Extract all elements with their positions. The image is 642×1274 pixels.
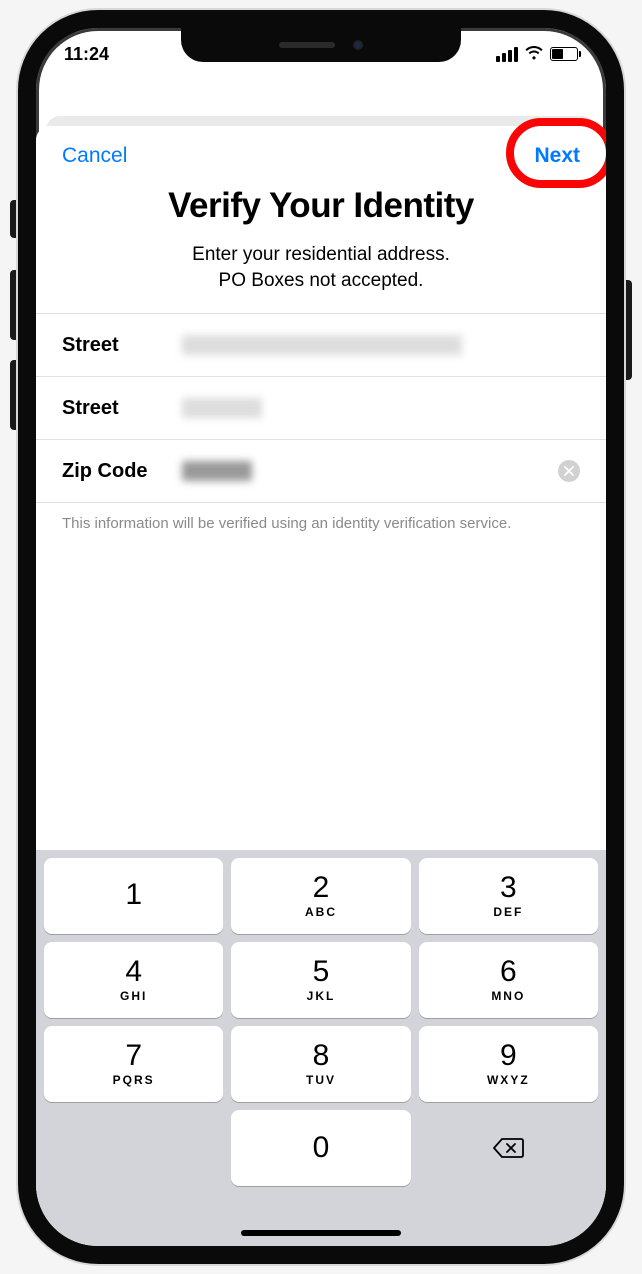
home-indicator[interactable]	[241, 1230, 401, 1236]
keypad-key-2[interactable]: 2ABC	[231, 858, 410, 934]
phone-frame: 11:24 Cancel Next Verify Your Identity E…	[18, 10, 624, 1264]
zip-code-label: Zip Code	[62, 460, 182, 483]
backspace-icon	[492, 1136, 524, 1160]
keypad-key-9[interactable]: 9WXYZ	[419, 1026, 598, 1102]
notch	[181, 28, 461, 62]
next-button[interactable]: Next	[534, 144, 580, 168]
footer-note: This information will be verified using …	[36, 503, 606, 544]
modal-sheet: Cancel Next Verify Your Identity Enter y…	[36, 126, 606, 1246]
page-subtitle: Enter your residential address. PO Boxes…	[66, 242, 576, 293]
keypad-spacer	[44, 1110, 223, 1186]
zip-code-input[interactable]	[182, 459, 580, 483]
keypad-key-4[interactable]: 4GHI	[44, 942, 223, 1018]
status-time: 11:24	[64, 44, 109, 65]
page-title: Verify Your Identity	[66, 186, 576, 226]
numeric-keypad: 1 2ABC 3DEF 4GHI 5JKL 6MNO 7PQRS 8TUV 9W…	[36, 850, 606, 1246]
cancel-button[interactable]: Cancel	[62, 144, 127, 168]
street-2-label: Street	[62, 397, 182, 420]
battery-icon	[550, 47, 578, 61]
keypad-key-3[interactable]: 3DEF	[419, 858, 598, 934]
wifi-icon	[524, 46, 544, 62]
street-1-input[interactable]	[182, 333, 580, 357]
keypad-key-0[interactable]: 0	[231, 1110, 410, 1186]
keypad-key-7[interactable]: 7PQRS	[44, 1026, 223, 1102]
street-1-row[interactable]: Street	[36, 314, 606, 377]
keypad-backspace[interactable]	[419, 1110, 598, 1186]
street-1-label: Street	[62, 334, 182, 357]
keypad-key-5[interactable]: 5JKL	[231, 942, 410, 1018]
keypad-key-6[interactable]: 6MNO	[419, 942, 598, 1018]
zip-code-row[interactable]: Zip Code	[36, 440, 606, 503]
street-2-row[interactable]: Street	[36, 377, 606, 440]
keypad-key-8[interactable]: 8TUV	[231, 1026, 410, 1102]
cellular-signal-icon	[496, 47, 518, 62]
keypad-key-1[interactable]: 1	[44, 858, 223, 934]
clear-icon[interactable]	[558, 460, 580, 482]
street-2-input[interactable]	[182, 396, 580, 420]
